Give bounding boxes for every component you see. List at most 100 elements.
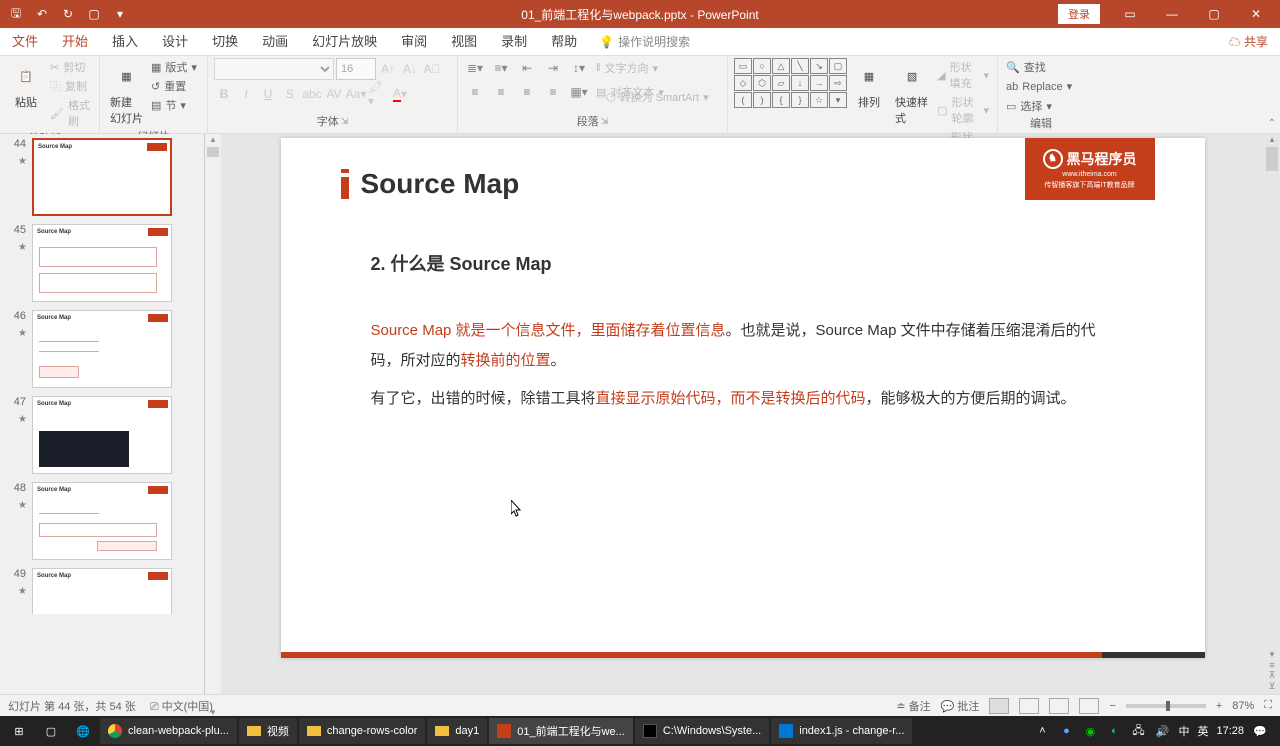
fit-window-icon[interactable]: ⛶ [1264,699,1272,712]
tray-cloud-icon[interactable]: ● [1058,723,1074,739]
bold-icon[interactable]: B [214,84,234,104]
select-button[interactable]: ▭ 选择 ▾ [1004,97,1078,115]
strikethrough-icon[interactable]: S [280,84,300,104]
tab-view[interactable]: 视图 [439,28,489,56]
ime-indicator-2[interactable]: 英 [1197,723,1208,739]
font-dialog-launcher[interactable]: ⇲ [341,116,349,127]
change-case-icon[interactable]: Aa▾ [346,84,366,104]
slideshow-view-icon[interactable] [1079,698,1099,714]
align-center-icon[interactable]: ≡ [490,82,512,102]
layout-button[interactable]: ▦ 版式 ▾ [149,58,199,76]
decrease-indent-icon[interactable]: ⇤ [516,58,538,78]
thumbnail-scrollbar[interactable]: ▴▾ [205,134,221,694]
tab-record[interactable]: 录制 [489,28,539,56]
taskbar-folder-1[interactable]: 视频 [239,718,297,744]
sign-in-button[interactable]: 登录 [1058,4,1100,24]
shadow-icon[interactable]: abc [302,84,322,104]
share-button[interactable]: ☁ 共享 [1217,33,1280,50]
thumbnail-47[interactable]: 47★ Source Map [0,392,204,478]
thumbnail-49[interactable]: 49★ Source Map [0,564,204,614]
tab-insert[interactable]: 插入 [100,28,150,56]
tray-app-icon[interactable]: ◉ [1082,723,1098,739]
tab-slideshow[interactable]: 幻灯片放映 [300,28,389,56]
thumbnail-44[interactable]: 44★ Source Map [0,134,204,220]
canvas-vertical-scrollbar[interactable]: ▴ ▾≡⊼⊻ [1264,134,1280,694]
line-spacing-icon[interactable]: ↕▾ [568,58,590,78]
highlight-icon[interactable]: 🖍▾ [368,84,388,104]
thumbnail-48[interactable]: 48★ Source Map [0,478,204,564]
taskbar-folder-2[interactable]: change-rows-color [299,718,425,744]
tab-design[interactable]: 设计 [150,28,200,56]
undo-icon[interactable]: ↶ [30,2,54,26]
paste-button[interactable]: 📋粘贴 [6,58,46,112]
slide-canvas[interactable]: ♞黑马程序员 www.itheima.com 传智播客旗下高端IT教育品牌 So… [221,134,1264,694]
shapes-gallery[interactable]: ▭○△╲↘▢ ◇⬡▱↓→⇨ (){}☆▾ [734,58,847,108]
font-family-select[interactable] [214,58,334,80]
ribbon-display-icon[interactable]: ▭ [1110,2,1150,26]
tab-transitions[interactable]: 切换 [200,28,250,56]
qat-customize-icon[interactable]: ▾ [108,2,132,26]
task-view-icon[interactable]: ▢ [36,718,66,744]
tab-review[interactable]: 审阅 [389,28,439,56]
smartart-button[interactable]: ⬡ 转换为 SmartArt ▾ [604,88,711,106]
thumbnail-45[interactable]: 45★ Source Map [0,220,204,306]
arrange-button[interactable]: ▦排列 [849,58,889,112]
align-right-icon[interactable]: ≡ [516,82,538,102]
zoom-in-icon[interactable]: + [1216,700,1222,712]
tell-me-search[interactable]: 💡操作说明搜索 [599,33,690,50]
columns-icon[interactable]: ▦▾ [568,82,590,102]
italic-icon[interactable]: I [236,84,256,104]
redo-icon[interactable]: ↻ [56,2,80,26]
tray-volume-icon[interactable]: 🔊 [1154,723,1170,739]
increase-indent-icon[interactable]: ⇥ [542,58,564,78]
minimize-icon[interactable]: — [1152,2,1192,26]
comments-button[interactable]: 💬 批注 [941,698,980,714]
zoom-slider[interactable] [1126,704,1206,708]
tab-animations[interactable]: 动画 [250,28,300,56]
notes-button[interactable]: ≐ 备注 [896,698,930,714]
increase-font-icon[interactable]: A↑ [378,59,398,79]
decrease-font-icon[interactable]: A↓ [400,59,420,79]
collapse-ribbon-icon[interactable]: ⌃ [1268,118,1276,129]
taskbar-powerpoint[interactable]: 01_前端工程化与we... [489,718,633,744]
taskbar-chrome[interactable]: clean-webpack-plu... [100,718,237,744]
tab-home[interactable]: 开始 [50,28,100,56]
format-painter-button[interactable]: 🖌 格式刷 [48,96,93,130]
new-slide-button[interactable]: ▦新建 幻灯片 [106,58,147,128]
tray-security-icon[interactable]: ◐ [1106,723,1122,739]
maximize-icon[interactable]: ▢ [1194,2,1234,26]
zoom-percent[interactable]: 87% [1232,700,1254,712]
tab-help[interactable]: 帮助 [539,28,589,56]
clock[interactable]: 17:28 [1216,725,1244,737]
normal-view-icon[interactable] [989,698,1009,714]
numbering-icon[interactable]: ≡▾ [490,58,512,78]
sorter-view-icon[interactable] [1019,698,1039,714]
replace-button[interactable]: ab Replace ▾ [1004,79,1078,94]
start-button[interactable]: ⊞ [4,718,34,744]
underline-icon[interactable]: U [258,84,278,104]
bullets-icon[interactable]: ≣▾ [464,58,486,78]
slideshow-start-icon[interactable]: ▢ [82,2,106,26]
reading-view-icon[interactable] [1049,698,1069,714]
tray-up-icon[interactable]: ˄ [1034,723,1050,739]
cut-button[interactable]: ✂ 剪切 [48,58,93,76]
slide-counter[interactable]: 幻灯片 第 44 张，共 54 张 [8,698,136,714]
reset-button[interactable]: ↺ 重置 [149,77,199,95]
taskbar-terminal[interactable]: C:\Windows\Syste... [635,718,769,744]
ime-indicator-1[interactable]: 中 [1178,723,1189,739]
zoom-out-icon[interactable]: − [1109,700,1115,712]
clear-format-icon[interactable]: A⃠ [422,59,442,79]
text-direction-button[interactable]: ‖ 文字方向 ▾ [594,59,660,77]
tab-file[interactable]: 文件 [0,28,50,56]
shape-fill-button[interactable]: ◢ 形状填充 ▾ [935,58,991,92]
edge-icon[interactable]: 🌐 [68,718,98,744]
slide-thumbnails-panel[interactable]: 44★ Source Map 45★ Source Map 46★ Source… [0,134,205,694]
char-spacing-icon[interactable]: AV [324,84,344,104]
quick-styles-button[interactable]: ▧快速样式 [891,58,933,128]
find-button[interactable]: 🔍 查找 [1004,58,1078,76]
notifications-icon[interactable]: 💬 [1252,723,1268,739]
language-status[interactable]: ⎚ 中文(中国) [150,698,213,714]
font-size-input[interactable] [336,58,376,80]
section-button[interactable]: ▤ 节 ▾ [149,96,199,114]
close-icon[interactable]: ✕ [1236,2,1276,26]
